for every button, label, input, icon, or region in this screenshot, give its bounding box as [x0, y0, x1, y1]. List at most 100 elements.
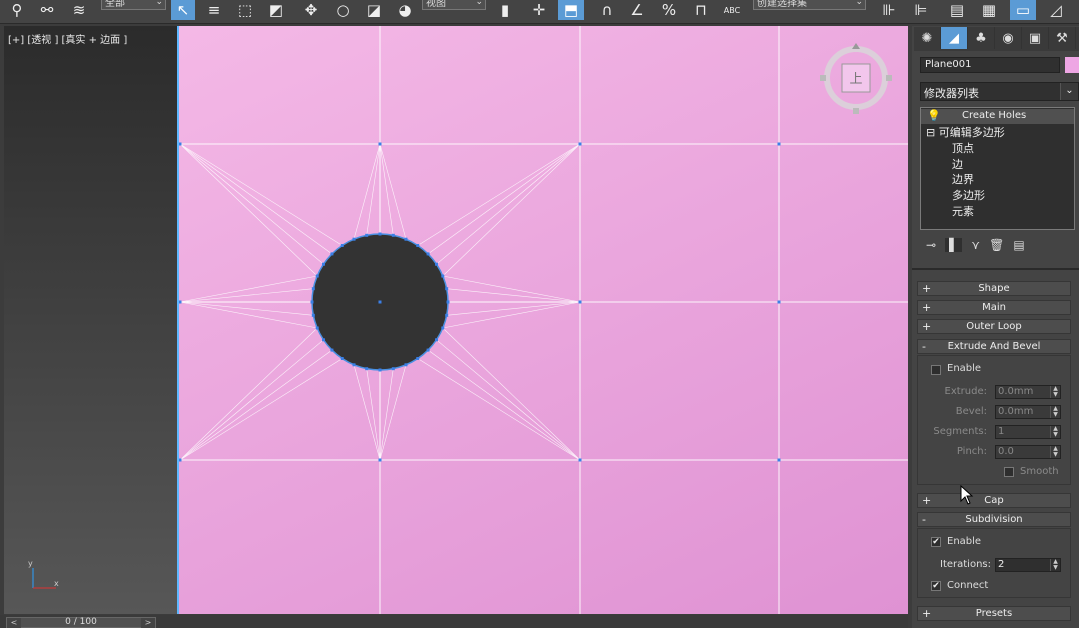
- collapse-icon[interactable]: ⊟: [926, 126, 935, 139]
- edit-named-selection-icon[interactable]: ABC: [720, 0, 744, 20]
- rollout-cap[interactable]: + Cap: [917, 493, 1071, 508]
- rollout-main[interactable]: + Main: [917, 300, 1071, 315]
- stack-sublevel-element[interactable]: 元素: [952, 203, 974, 219]
- stack-sublevel-vertex[interactable]: 顶点: [952, 140, 974, 156]
- spinner-snap-icon[interactable]: ⊓: [688, 0, 714, 20]
- app-window: ⚲ ⚯ ≋ 全部 ⌄ ↖ ≡ ⬚ ◩ ✥ ○ ◪ ◕ 视图 ⌄ ▮ ✛ ⬒ ∩ …: [0, 0, 1079, 628]
- stack-sublevel-edge[interactable]: 边: [952, 156, 963, 172]
- extrude-and-bevel-panel: Enable Extrude: 0.0mm ▲ ▼ Bevel: 0.0mm ▲ ▼…: [917, 355, 1071, 485]
- rollout-title: Presets: [975, 608, 1013, 619]
- lightbulb-icon[interactable]: 💡: [927, 109, 941, 122]
- spinner-arrows-icon[interactable]: ▲ ▼: [1050, 406, 1060, 418]
- configure-modifier-sets-icon[interactable]: ▤: [1013, 238, 1024, 252]
- make-unique-icon[interactable]: ⋎: [971, 238, 980, 252]
- stack-sublevel-polygon[interactable]: 多边形: [952, 187, 985, 203]
- keyboard-shortcut-override-icon[interactable]: ⬒: [558, 0, 584, 20]
- snap-toggle-icon[interactable]: ∩: [594, 0, 620, 20]
- rollout-presets[interactable]: + Presets: [917, 606, 1071, 621]
- select-by-name-icon[interactable]: ≡: [201, 0, 227, 20]
- rollout-subdivision[interactable]: - Subdivision: [917, 512, 1071, 527]
- selection-filter-value: 全部: [105, 0, 125, 9]
- main-toolbar: ⚲ ⚯ ≋ 全部 ⌄ ↖ ≡ ⬚ ◩ ✥ ○ ◪ ◕ 视图 ⌄ ▮ ✛ ⬒ ∩ …: [0, 0, 1079, 24]
- pivot-center-icon[interactable]: ▮: [492, 0, 518, 20]
- mirror-icon[interactable]: ⊪: [876, 0, 902, 20]
- extrude-enable-checkbox[interactable]: [931, 365, 941, 375]
- tab-display[interactable]: ▣: [1022, 27, 1049, 49]
- bind-space-warp-icon[interactable]: ≋: [66, 0, 92, 20]
- viewcube[interactable]: 上: [818, 40, 894, 116]
- scene-explorer-icon[interactable]: ▦: [976, 0, 1002, 20]
- perspective-viewport[interactable]: [4, 26, 177, 614]
- time-slider[interactable]: < 0 / 100 >: [6, 617, 156, 628]
- viewcube-face-label: 上: [849, 72, 862, 87]
- percent-snap-icon[interactable]: %: [656, 0, 682, 20]
- smooth-checkbox[interactable]: [1004, 467, 1014, 477]
- spinner-arrows-icon[interactable]: ▲ ▼: [1050, 386, 1060, 398]
- tab-hierarchy[interactable]: ♣: [968, 27, 995, 49]
- bevel-spinner[interactable]: 0.0mm ▲ ▼: [995, 405, 1061, 419]
- rotate-icon[interactable]: ○: [332, 0, 354, 20]
- link-icon[interactable]: ⚲: [6, 0, 28, 20]
- selection-filter-dropdown[interactable]: 全部 ⌄: [101, 0, 166, 10]
- modifier-stack[interactable]: 💡 Create Holes ⊟ 可编辑多边形 顶点 边 边界 多边形 元素: [920, 107, 1075, 230]
- iterations-spinner[interactable]: 2 ▲ ▼: [995, 558, 1061, 572]
- window-crossing-icon[interactable]: ◩: [263, 0, 289, 20]
- select-object-icon[interactable]: ↖: [171, 0, 195, 20]
- rollout-title: Cap: [984, 495, 1004, 506]
- subdivision-enable-label: Enable: [947, 536, 982, 547]
- curve-editor-icon[interactable]: ◿: [1042, 0, 1070, 20]
- stack-tools: ⊸ ▌ ⋎ 🗑 ▤: [920, 235, 1078, 255]
- rollout-title: Extrude And Bevel: [947, 341, 1041, 352]
- tab-motion[interactable]: ◉: [995, 27, 1022, 49]
- ribbon-toggle-icon[interactable]: ▭: [1010, 0, 1036, 20]
- top-viewport[interactable]: [177, 26, 908, 614]
- time-slider-prev-button[interactable]: <: [7, 618, 21, 628]
- select-manipulate-icon[interactable]: ✛: [528, 0, 550, 20]
- tab-utilities[interactable]: ⚒: [1049, 27, 1076, 49]
- spinner-arrows-icon[interactable]: ▲ ▼: [1050, 426, 1060, 438]
- unlink-icon[interactable]: ⚯: [36, 0, 58, 20]
- rectangle-selection-icon[interactable]: ⬚: [232, 0, 258, 20]
- chevron-down-icon: ⌄: [855, 0, 863, 7]
- chevron-down-icon: ⌄: [155, 0, 163, 7]
- motion-icon: ◉: [1002, 30, 1014, 46]
- time-slider-next-button[interactable]: >: [141, 618, 155, 628]
- extrude-value: 0.0mm: [998, 386, 1034, 397]
- pinch-spinner[interactable]: 0.0 ▲ ▼: [995, 445, 1061, 459]
- edit-named-selection-label: ABC: [723, 5, 741, 15]
- pin-stack-icon[interactable]: ⊸: [926, 238, 936, 252]
- modifier-list-dropdown[interactable]: 修改器列表 ⌄: [920, 82, 1079, 101]
- viewport-label[interactable]: [+] [透视 ] [真实 + 边面 ]: [8, 31, 127, 46]
- rollout-extrude-and-bevel[interactable]: - Extrude And Bevel: [917, 339, 1071, 354]
- layer-explorer-icon[interactable]: ▤: [944, 0, 970, 20]
- rollout-shape[interactable]: + Shape: [917, 281, 1071, 296]
- spinner-arrows-icon[interactable]: ▲ ▼: [1050, 446, 1060, 458]
- angle-snap-icon[interactable]: ∠: [624, 0, 650, 20]
- move-icon[interactable]: ✥: [298, 0, 324, 20]
- remove-modifier-icon[interactable]: 🗑: [989, 238, 1004, 252]
- show-end-result-icon[interactable]: ▌: [945, 238, 963, 252]
- bevel-value: 0.0mm: [998, 406, 1034, 417]
- object-name-field[interactable]: Plane001: [920, 57, 1060, 73]
- stack-item-create-holes[interactable]: 💡 Create Holes: [921, 109, 1074, 124]
- reference-coordinate-dropdown[interactable]: 视图 ⌄: [422, 0, 486, 10]
- tab-create[interactable]: ✺: [914, 27, 941, 49]
- mesh-wireframe[interactable]: [179, 26, 908, 614]
- stack-item-editable-poly[interactable]: ⊟ 可编辑多边形: [926, 124, 1005, 140]
- extrude-spinner[interactable]: 0.0mm ▲ ▼: [995, 385, 1061, 399]
- rollout-outer-loop[interactable]: + Outer Loop: [917, 319, 1071, 334]
- tab-modify[interactable]: ◢: [941, 27, 968, 49]
- segments-spinner[interactable]: 1 ▲ ▼: [995, 425, 1061, 439]
- align-icon[interactable]: ⊫: [908, 0, 934, 20]
- scale-icon[interactable]: ◪: [362, 0, 386, 20]
- named-selection-dropdown[interactable]: 创建选择集 ⌄: [753, 0, 866, 10]
- bevel-label: Bevel:: [955, 406, 987, 417]
- subdivision-enable-checkbox[interactable]: ✔: [931, 537, 941, 547]
- stack-sublevel-border[interactable]: 边界: [952, 171, 974, 187]
- rollout-title: Shape: [978, 283, 1010, 294]
- place-icon[interactable]: ◕: [392, 0, 418, 20]
- object-color-swatch[interactable]: [1065, 57, 1079, 73]
- spinner-arrows-icon[interactable]: ▲ ▼: [1050, 559, 1060, 571]
- connect-checkbox[interactable]: ✔: [931, 581, 941, 591]
- segments-label: Segments:: [933, 426, 987, 437]
